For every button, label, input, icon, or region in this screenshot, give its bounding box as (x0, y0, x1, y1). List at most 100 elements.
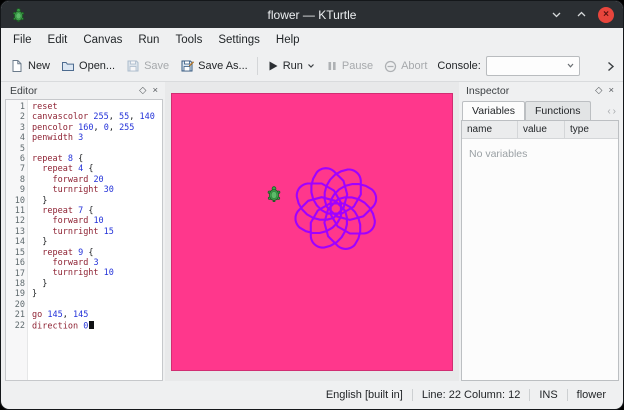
menu-tools[interactable]: Tools (167, 31, 210, 49)
tab-scroll-left-icon[interactable]: ‹ (607, 106, 610, 117)
menu-settings[interactable]: Settings (210, 31, 268, 49)
save-as-icon (180, 59, 194, 73)
tab-scroll-right-icon[interactable]: › (613, 106, 616, 117)
line-number: 21 (6, 310, 25, 320)
column-header-value[interactable]: value (518, 121, 565, 138)
line-number: 9 (6, 185, 25, 195)
code-line[interactable]: repeat 9 { (32, 248, 162, 258)
line-number: 22 (6, 321, 25, 331)
inspector-float-icon[interactable]: ◇ (595, 85, 602, 96)
text-cursor (89, 321, 94, 330)
code-line[interactable]: reset (32, 102, 162, 112)
code-line[interactable]: } (32, 289, 162, 299)
menu-run[interactable]: Run (130, 31, 167, 49)
turtle-canvas[interactable] (171, 93, 453, 371)
line-number: 14 (6, 237, 25, 247)
open-folder-icon (61, 59, 75, 73)
console-label: Console: (437, 60, 480, 72)
code-line[interactable]: turnright 15 (32, 227, 162, 237)
code-line[interactable]: turnright 10 (32, 268, 162, 278)
line-number: 17 (6, 269, 25, 279)
tab-variables[interactable]: Variables (462, 101, 525, 120)
code-line[interactable]: repeat 7 { (32, 206, 162, 216)
pause-button[interactable]: Pause (321, 57, 378, 75)
line-number: 1 (6, 102, 25, 112)
status-bar: English [built in] Line: 22 Column: 12 I… (1, 381, 623, 409)
maximize-button[interactable] (573, 7, 589, 23)
menu-canvas[interactable]: Canvas (75, 31, 130, 49)
line-number: 3 (6, 123, 25, 133)
abort-button-label: Abort (401, 60, 427, 72)
column-header-name[interactable]: name (462, 121, 518, 138)
new-file-icon (10, 59, 24, 73)
inspector-dock-titlebar: Inspector ◇ × (461, 82, 619, 99)
editor-dock-title: Editor (10, 85, 37, 97)
code-editor[interactable]: 12345678910111213141516171819202122 rese… (5, 99, 163, 381)
flower-drawing (172, 94, 452, 370)
inspector-close-icon[interactable]: × (608, 85, 614, 96)
app-icon (10, 7, 26, 23)
editor-dock-titlebar: Editor ◇ × (5, 82, 163, 99)
inspector-dock-title: Inspector (466, 85, 509, 97)
close-button[interactable]: × (598, 7, 614, 23)
pause-button-label: Pause (342, 60, 373, 72)
code-line[interactable]: } (32, 196, 162, 206)
open-button[interactable]: Open... (56, 56, 120, 76)
code-line[interactable]: } (32, 237, 162, 247)
toolbar-overflow-button[interactable] (602, 59, 619, 74)
run-dropdown-chevron-icon[interactable] (307, 62, 315, 70)
toolbar: New Open... Save Save As... Run (1, 51, 623, 82)
code-line[interactable]: forward 3 (32, 258, 162, 268)
code-line[interactable]: repeat 4 { (32, 164, 162, 174)
line-number: 15 (6, 248, 25, 258)
code-line[interactable]: turnright 30 (32, 185, 162, 195)
code-line[interactable]: go 145, 145 (32, 310, 162, 320)
code-line[interactable]: penwidth 3 (32, 133, 162, 143)
run-button[interactable]: Run (262, 57, 320, 75)
line-number: 11 (6, 206, 25, 216)
line-number: 10 (6, 196, 25, 206)
code-line[interactable]: } (32, 279, 162, 289)
editor-close-icon[interactable]: × (152, 85, 158, 96)
line-number: 8 (6, 175, 25, 185)
new-button[interactable]: New (5, 56, 55, 76)
title-bar: flower — KTurtle × (1, 1, 623, 28)
run-play-icon (267, 60, 279, 72)
save-button[interactable]: Save (121, 56, 174, 76)
line-number: 7 (6, 164, 25, 174)
console-combo[interactable] (486, 56, 580, 76)
save-as-button[interactable]: Save As... (175, 56, 253, 76)
code-line[interactable]: direction 0 (32, 321, 162, 332)
code-line[interactable]: pencolor 160, 0, 255 (32, 123, 162, 133)
code-line[interactable]: forward 20 (32, 175, 162, 185)
save-as-button-label: Save As... (198, 60, 248, 72)
tab-functions[interactable]: Functions (525, 101, 591, 120)
toolbar-separator (257, 57, 258, 75)
code-area[interactable]: resetcanvascolor 255, 55, 140pencolor 16… (28, 100, 162, 380)
code-line[interactable]: forward 10 (32, 216, 162, 226)
menu-edit[interactable]: Edit (40, 31, 76, 49)
main-area: Editor ◇ × 12345678910111213141516171819… (1, 82, 623, 381)
code-line[interactable] (32, 300, 162, 310)
save-icon (126, 59, 140, 73)
line-number: 19 (6, 289, 25, 299)
code-line[interactable]: canvascolor 255, 55, 140 (32, 112, 162, 122)
inspector-empty-text: No variables (462, 139, 618, 169)
menu-file[interactable]: File (5, 31, 40, 49)
column-header-type[interactable]: type (565, 121, 618, 138)
status-insert-mode: INS (529, 389, 566, 401)
line-number: 2 (6, 112, 25, 122)
inspector-dock: Inspector ◇ × VariablesFunctions ‹› namev… (461, 82, 619, 381)
abort-button[interactable]: Abort (379, 57, 432, 76)
menu-help[interactable]: Help (268, 31, 308, 49)
minimize-button[interactable] (548, 7, 564, 23)
save-button-label: Save (144, 60, 169, 72)
new-button-label: New (28, 60, 50, 72)
status-language: English [built in] (317, 389, 412, 401)
editor-float-icon[interactable]: ◇ (139, 85, 146, 96)
line-number: 13 (6, 227, 25, 237)
code-line[interactable] (32, 144, 162, 154)
code-line[interactable]: repeat 8 { (32, 154, 162, 164)
line-number: 4 (6, 133, 25, 143)
combo-chevron-icon (566, 57, 575, 75)
